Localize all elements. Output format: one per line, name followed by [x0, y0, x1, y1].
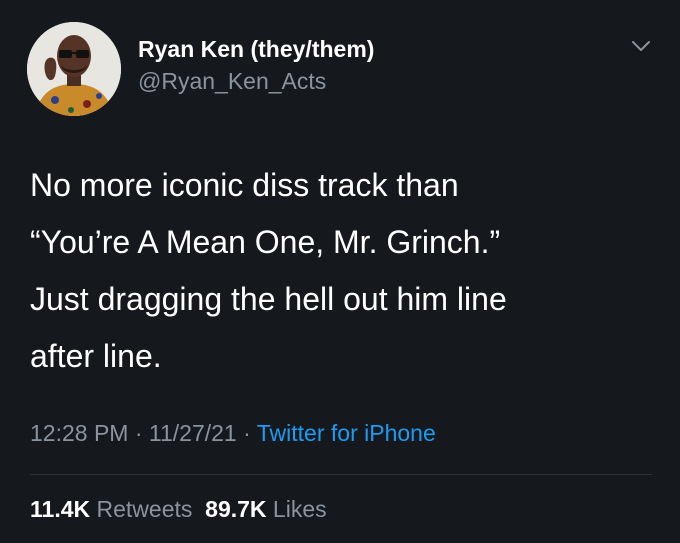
- tweet-date[interactable]: 11/27/21: [149, 420, 237, 446]
- tweet-source-link[interactable]: Twitter for iPhone: [257, 420, 436, 446]
- tweet-time[interactable]: 12:28 PM: [30, 420, 128, 446]
- tweet-text-line: No more iconic diss track than: [30, 167, 459, 203]
- tweet-text: No more iconic diss track than “You’re A…: [30, 157, 650, 385]
- tweet-meta: 12:28 PM · 11/27/21 · Twitter for iPhone: [30, 420, 436, 447]
- chevron-down-icon[interactable]: [628, 36, 654, 56]
- likes-label: Likes: [272, 496, 327, 522]
- meta-separator: ·: [128, 420, 149, 446]
- retweets-stat[interactable]: 11.4K Retweets: [30, 496, 192, 522]
- author-handle[interactable]: @Ryan_Ken_Acts: [138, 68, 326, 95]
- avatar[interactable]: [27, 22, 121, 116]
- meta-separator: ·: [236, 420, 257, 446]
- tweet-card: Ryan Ken (they/them) @Ryan_Ken_Acts No m…: [0, 0, 680, 543]
- tweet-text-line: after line.: [30, 338, 162, 374]
- tweet-stats: 11.4K Retweets 89.7K Likes: [30, 496, 327, 523]
- likes-stat[interactable]: 89.7K Likes: [205, 496, 326, 522]
- likes-count: 89.7K: [205, 496, 267, 522]
- author-name[interactable]: Ryan Ken (they/them): [138, 36, 374, 63]
- divider: [30, 474, 652, 475]
- tweet-text-line: “You’re A Mean One, Mr. Grinch.”: [30, 224, 501, 260]
- retweets-label: Retweets: [96, 496, 193, 522]
- tweet-text-line: Just dragging the hell out him line: [30, 281, 507, 317]
- retweets-count: 11.4K: [30, 496, 91, 522]
